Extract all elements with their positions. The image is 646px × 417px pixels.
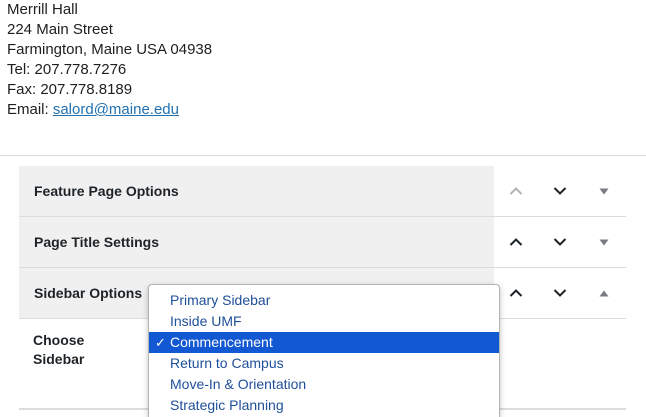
option-label: Move-In & Orientation <box>170 376 307 392</box>
sidebar-option-selected[interactable]: ✓ Commencement <box>149 332 499 353</box>
address-line-street: 224 Main Street <box>7 21 113 38</box>
address-line-building: Merrill Hall <box>7 1 78 18</box>
move-up-button[interactable] <box>494 217 538 267</box>
panel-title-page-title-settings: Page Title Settings <box>34 234 159 250</box>
move-down-button[interactable] <box>538 217 582 267</box>
contact-address: Merrill Hall 224 Main Street Farmington,… <box>7 0 212 120</box>
chevron-down-icon <box>553 289 567 297</box>
option-label: Inside UMF <box>170 313 242 329</box>
triangle-up-icon <box>599 290 609 296</box>
panel-controls <box>494 268 626 318</box>
panel-title-sidebar-options: Sidebar Options <box>34 285 143 301</box>
address-email-row: Email: salord@maine.edu <box>7 100 212 120</box>
toggle-panel-button[interactable] <box>582 217 626 267</box>
sidebar-option[interactable]: Return to Campus <box>149 353 499 374</box>
move-up-button[interactable] <box>494 166 538 216</box>
choose-sidebar-label: Choose Sidebar <box>33 332 85 367</box>
checkmark-icon: ✓ <box>155 335 166 350</box>
option-label: Return to Campus <box>170 355 284 371</box>
page-title-settings-panel[interactable]: Page Title Settings <box>19 217 626 268</box>
chevron-down-icon <box>553 187 567 195</box>
option-label: Commencement <box>170 334 273 350</box>
panel-controls <box>494 166 626 216</box>
option-label: Primary Sidebar <box>170 292 271 308</box>
toggle-panel-button[interactable] <box>582 268 626 318</box>
option-label: Strategic Planning <box>170 397 284 413</box>
sidebar-option[interactable]: Move-In & Orientation <box>149 374 499 395</box>
move-down-button[interactable] <box>538 166 582 216</box>
triangle-down-icon <box>599 188 609 194</box>
chevron-up-icon <box>509 289 523 297</box>
content-divider <box>0 155 646 156</box>
move-up-button[interactable] <box>494 268 538 318</box>
chevron-up-icon <box>509 238 523 246</box>
sidebar-option[interactable]: Strategic Planning <box>149 395 499 416</box>
chevron-down-icon <box>553 238 567 246</box>
email-label: Email: <box>7 101 53 118</box>
sidebar-option[interactable]: Primary Sidebar <box>149 290 499 311</box>
panel-controls <box>494 217 626 267</box>
move-down-button[interactable] <box>538 268 582 318</box>
email-link[interactable]: salord@maine.edu <box>53 101 179 118</box>
panel-title-feature-page-options: Feature Page Options <box>34 183 179 199</box>
triangle-down-icon <box>599 239 609 245</box>
sidebar-select-dropdown[interactable]: Primary Sidebar Inside UMF ✓ Commencement… <box>148 284 500 417</box>
address-fax: Fax: 207.778.8189 <box>7 81 133 98</box>
feature-page-options-panel[interactable]: Feature Page Options <box>19 166 626 217</box>
toggle-panel-button[interactable] <box>582 166 626 216</box>
address-tel: Tel: 207.778.7276 <box>7 61 127 78</box>
chevron-up-icon <box>509 187 523 195</box>
address-line-city: Farmington, Maine USA 04938 <box>7 41 213 58</box>
sidebar-option[interactable]: Inside UMF <box>149 311 499 332</box>
